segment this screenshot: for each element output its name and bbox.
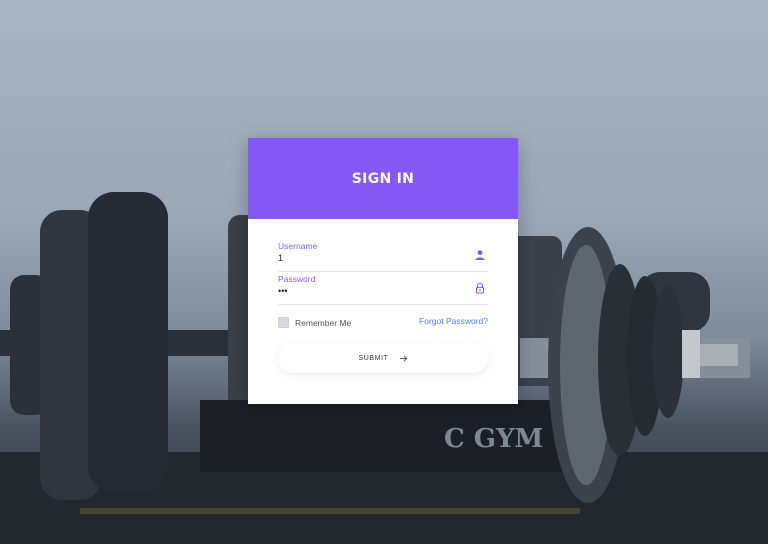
username-label: Username <box>278 241 318 251</box>
right-plate-4 <box>652 286 684 418</box>
right-thread <box>700 344 738 366</box>
right-collar <box>682 330 700 378</box>
login-card: SIGN IN Username Password ••• Remember M… <box>248 138 518 404</box>
remember-me[interactable]: Remember Me <box>278 317 351 328</box>
login-title: SIGN IN <box>351 170 415 187</box>
left-plate-large <box>88 192 168 492</box>
lock-icon <box>476 282 484 294</box>
login-header: SIGN IN <box>248 138 518 219</box>
gym-text: C GYM <box>444 424 543 454</box>
remember-me-checkbox[interactable] <box>278 317 289 328</box>
arrow-right-icon <box>399 354 407 362</box>
submit-label: SUBMIT <box>358 354 389 362</box>
username-input[interactable] <box>278 253 458 263</box>
password-input[interactable]: ••• <box>278 286 458 296</box>
remember-me-label: Remember Me <box>295 317 352 328</box>
username-field[interactable]: Username <box>278 241 488 272</box>
user-icon <box>475 250 485 260</box>
submit-button[interactable]: SUBMIT <box>278 343 488 373</box>
forgot-password-link[interactable]: Forgot Password? <box>419 316 488 326</box>
floor-line <box>80 508 580 514</box>
password-field[interactable]: Password ••• <box>278 274 488 305</box>
password-label: Password <box>278 274 316 284</box>
